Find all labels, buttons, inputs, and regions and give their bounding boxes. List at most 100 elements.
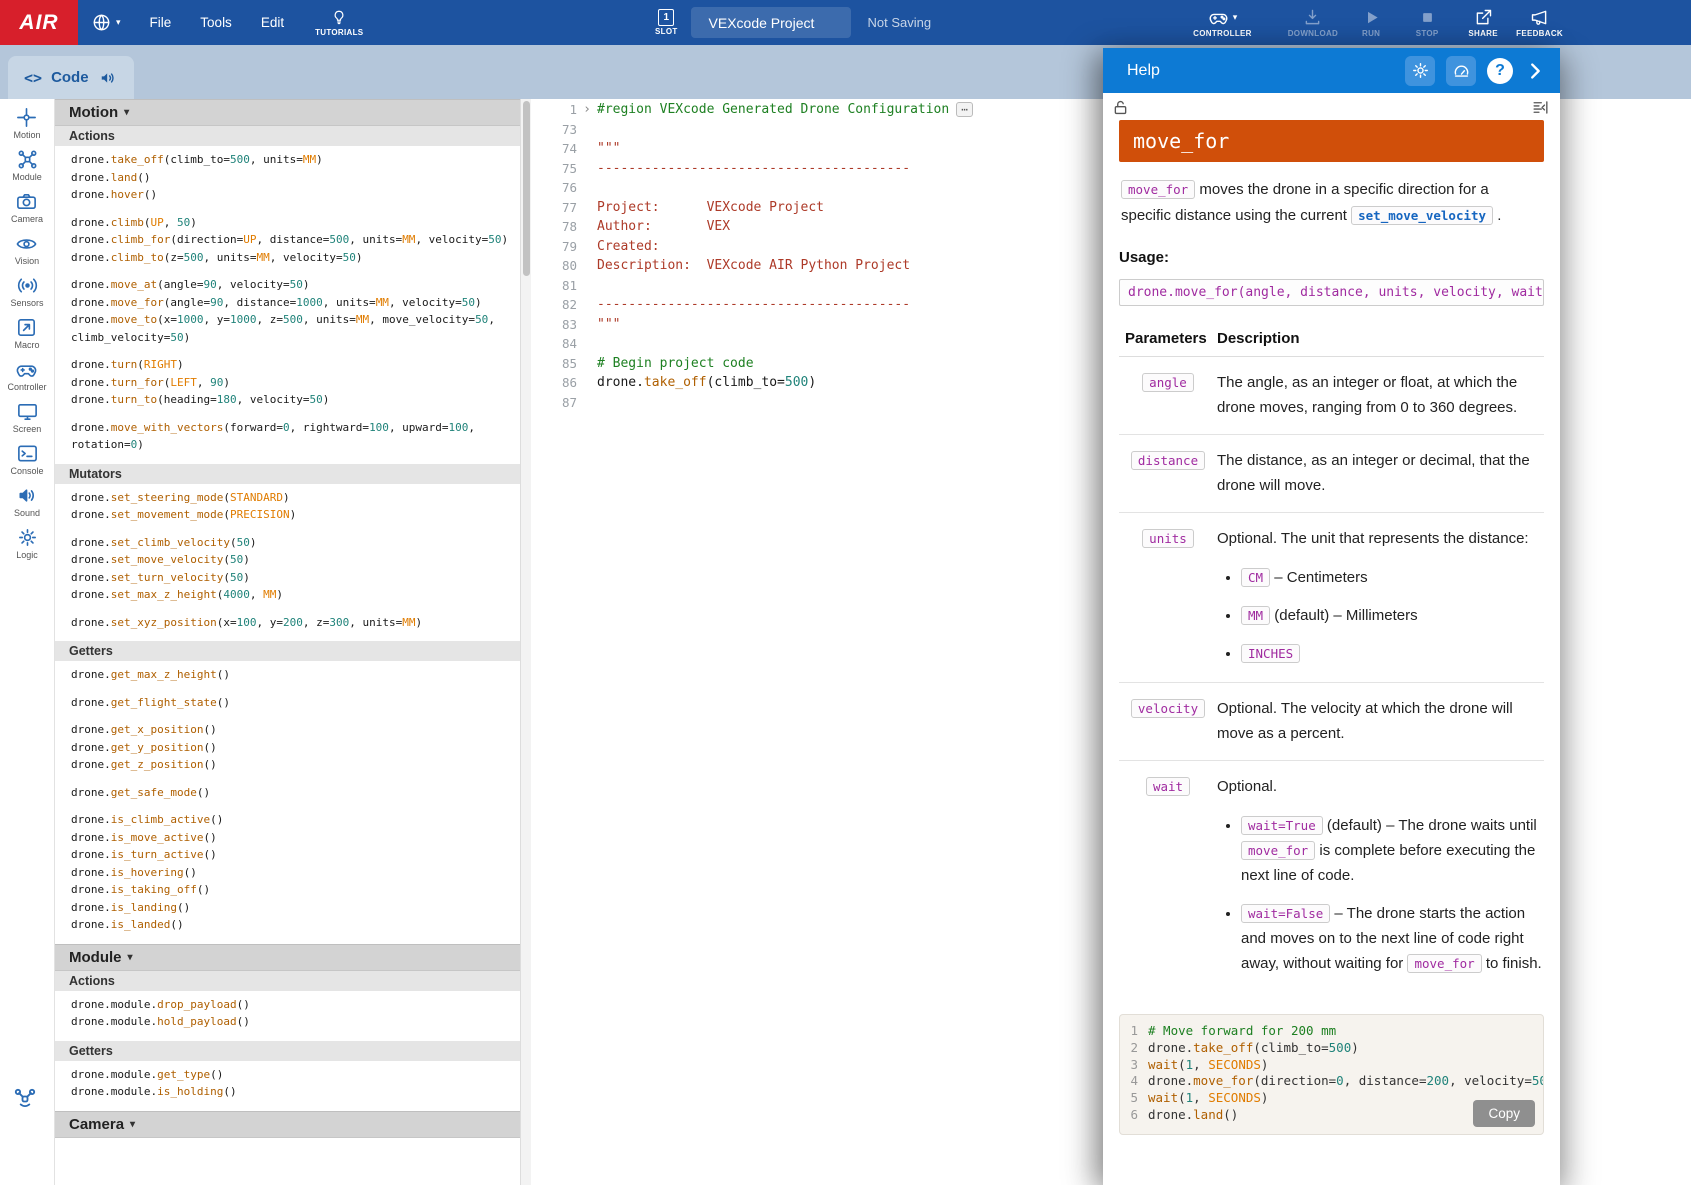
palette-command[interactable]: drone.is_hovering(): [71, 864, 512, 882]
drone-connection-icon[interactable]: [10, 1086, 40, 1117]
palette-command[interactable]: drone.is_climb_active(): [71, 811, 512, 829]
palette-block: drone.get_safe_mode(): [55, 784, 520, 802]
palette-command[interactable]: drone.set_steering_mode(STANDARD): [71, 489, 512, 507]
caret-down-icon: ▾: [1233, 13, 1238, 22]
language-button[interactable]: ▾: [91, 12, 121, 33]
rail-item-sound[interactable]: Sound: [14, 484, 40, 518]
run-button[interactable]: RUN: [1348, 7, 1394, 38]
menu-file[interactable]: File: [150, 15, 172, 30]
rail-item-controller[interactable]: Controller: [7, 358, 46, 392]
rail-item-screen[interactable]: Screen: [13, 400, 42, 434]
palette-command[interactable]: drone.turn(RIGHT): [71, 356, 512, 374]
palette-command[interactable]: drone.set_xyz_position(x=100, y=200, z=3…: [71, 614, 512, 632]
palette-command[interactable]: drone.move_with_vectors(forward=0, right…: [71, 419, 512, 454]
palette-command[interactable]: drone.set_max_z_height(4000, MM): [71, 586, 512, 604]
palette-command[interactable]: drone.set_movement_mode(PRECISION): [71, 506, 512, 524]
param-description: The distance, as an integer or decimal, …: [1217, 448, 1544, 498]
palette-command[interactable]: drone.move_to(x=1000, y=1000, z=500, uni…: [71, 311, 512, 346]
inline-code-link[interactable]: set_move_velocity: [1351, 206, 1493, 225]
palette-command[interactable]: drone.set_climb_velocity(50): [71, 534, 512, 552]
palette-command[interactable]: drone.get_y_position(): [71, 739, 512, 757]
share-button[interactable]: SHARE: [1460, 7, 1506, 38]
rail-item-macro[interactable]: Macro: [14, 316, 39, 350]
palette-command[interactable]: drone.move_at(angle=90, velocity=50): [71, 276, 512, 294]
menu-edit[interactable]: Edit: [261, 15, 284, 30]
palette-scrollbar[interactable]: [520, 99, 531, 1185]
copy-button[interactable]: Copy: [1473, 1100, 1535, 1127]
palette-command[interactable]: drone.get_safe_mode(): [71, 784, 512, 802]
palette-command[interactable]: drone.set_move_velocity(50): [71, 551, 512, 569]
rail-item-module[interactable]: Module: [12, 148, 42, 182]
palette-section-module[interactable]: Module▾: [55, 944, 520, 971]
palette-command[interactable]: drone.hover(): [71, 186, 512, 204]
tutorials-button[interactable]: TUTORIALS: [315, 9, 363, 37]
macro-icon: [15, 316, 38, 339]
palette-command[interactable]: drone.move_for(angle=90, distance=1000, …: [71, 294, 512, 312]
palette-command[interactable]: drone.take_off(climb_to=500, units=MM): [71, 151, 512, 169]
line-number: 87: [531, 393, 577, 413]
dock-panel-icon[interactable]: [1531, 98, 1550, 117]
palette-command[interactable]: drone.is_move_active(): [71, 829, 512, 847]
palette-command[interactable]: drone.is_turn_active(): [71, 846, 512, 864]
feedback-button[interactable]: FEEDBACK: [1516, 7, 1563, 38]
param-row: waitOptional.wait=True (default) – The d…: [1119, 761, 1544, 992]
fold-chevron-icon[interactable]: ›: [577, 100, 597, 120]
rail-item-console[interactable]: Console: [10, 442, 43, 476]
monitor-icon: [16, 400, 39, 423]
line-number: 78: [531, 217, 577, 237]
palette-command[interactable]: drone.module.hold_payload(): [71, 1013, 512, 1031]
stop-button[interactable]: STOP: [1404, 7, 1450, 38]
unlock-icon[interactable]: [1111, 98, 1130, 117]
project-name-field[interactable]: VEXcode Project: [691, 7, 851, 38]
palette-command[interactable]: drone.turn_for(LEFT, 90): [71, 374, 512, 392]
topbar: AIR ▾ File Tools Edit TUTORIALS 1 SLOT V…: [0, 0, 1691, 45]
palette-command[interactable]: drone.module.drop_payload(): [71, 996, 512, 1014]
slot-button[interactable]: 1 SLOT: [655, 9, 678, 36]
rail-item-camera[interactable]: Camera: [11, 190, 43, 224]
palette-command[interactable]: drone.climb(UP, 50): [71, 214, 512, 232]
palette-command[interactable]: drone.is_landed(): [71, 916, 512, 934]
help-settings-button[interactable]: [1405, 56, 1435, 86]
help-collapse-button[interactable]: [1524, 60, 1546, 82]
menu-tools[interactable]: Tools: [200, 15, 232, 30]
line-number: 1: [531, 100, 577, 120]
rail-item-logic[interactable]: Logic: [16, 526, 39, 560]
rail-item-sensors[interactable]: Sensors: [10, 274, 43, 308]
palette-section-title: Camera: [69, 1116, 124, 1133]
palette-command[interactable]: drone.land(): [71, 169, 512, 187]
palette-command[interactable]: drone.climb_for(direction=UP, distance=5…: [71, 231, 512, 249]
scrollbar-thumb[interactable]: [523, 101, 530, 276]
rail-item-motion[interactable]: Motion: [13, 106, 40, 140]
palette-command[interactable]: drone.module.is_holding(): [71, 1083, 512, 1101]
palette-command[interactable]: drone.module.get_type(): [71, 1066, 512, 1084]
param-row: angleThe angle, as an integer or float, …: [1119, 357, 1544, 435]
tab-code[interactable]: <> Code: [8, 56, 134, 99]
air-logo-text: AIR: [19, 11, 58, 35]
controller-button[interactable]: ▾ CONTROLLER: [1193, 7, 1252, 38]
palette-group-mutators: Mutators: [55, 464, 520, 484]
download-button[interactable]: DOWNLOAD: [1288, 7, 1338, 38]
description-bullet: MM (default) – Millimeters: [1241, 603, 1544, 628]
palette-group-getters: Getters: [55, 1041, 520, 1061]
palette-command[interactable]: drone.climb_to(z=500, units=MM, velocity…: [71, 249, 512, 267]
speaker-icon[interactable]: [98, 68, 118, 88]
line-number: 83: [531, 315, 577, 335]
folded-region-badge[interactable]: ⋯: [956, 102, 973, 117]
help-units-button[interactable]: [1446, 56, 1476, 86]
palette-command[interactable]: drone.is_taking_off(): [71, 881, 512, 899]
palette-section-camera[interactable]: Camera▾: [55, 1111, 520, 1138]
param-table: angleThe angle, as an integer or float, …: [1119, 357, 1544, 992]
palette-command[interactable]: drone.get_max_z_height(): [71, 666, 512, 684]
palette-command[interactable]: drone.is_landing(): [71, 899, 512, 917]
palette-command[interactable]: drone.get_flight_state(): [71, 694, 512, 712]
help-question-button[interactable]: ?: [1487, 58, 1513, 84]
palette-command[interactable]: drone.get_x_position(): [71, 721, 512, 739]
rail-item-vision[interactable]: Vision: [15, 232, 39, 266]
globe-icon: [91, 12, 112, 33]
topbar-actions: ▾ CONTROLLER DOWNLOAD RUN STOP SHARE: [1183, 0, 1563, 45]
palette-section-motion[interactable]: Motion▾: [55, 99, 520, 126]
palette-command[interactable]: drone.set_turn_velocity(50): [71, 569, 512, 587]
palette-command[interactable]: drone.get_z_position(): [71, 756, 512, 774]
palette-command[interactable]: drone.turn_to(heading=180, velocity=50): [71, 391, 512, 409]
line-number: 81: [531, 276, 577, 296]
